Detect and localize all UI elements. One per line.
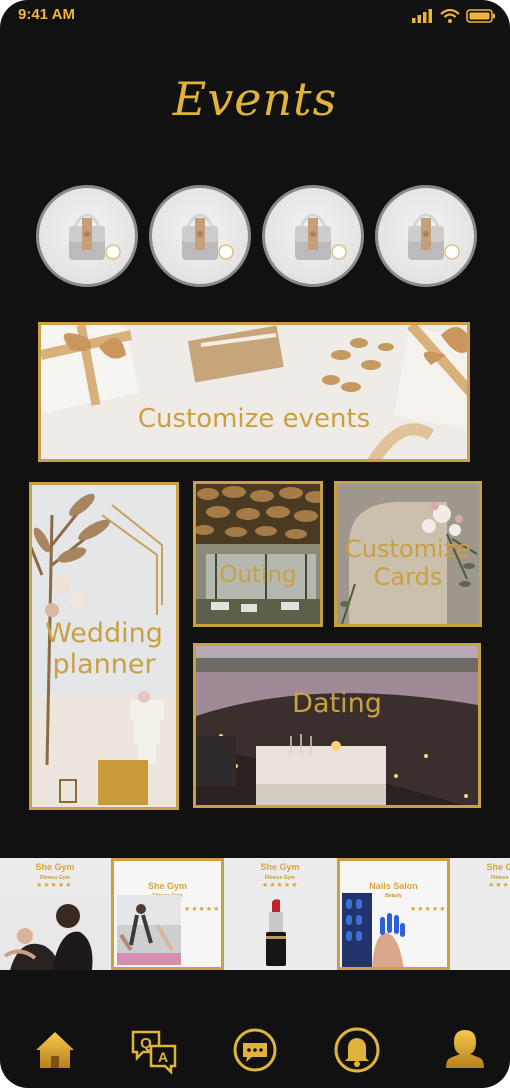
shop-rating: ★★★★★ [488, 881, 510, 889]
shop-name: Nails Salon [369, 881, 418, 891]
shop-rating: ★★★★★ [262, 881, 299, 889]
shop-card[interactable]: Nails Salon Beauty ★★★★★ [337, 858, 450, 970]
page-title: Events [172, 72, 338, 126]
shop-rating: ★★★★★ [184, 905, 221, 913]
signal-icon [412, 8, 434, 27]
customize-cards-card[interactable]: Customize Cards [334, 481, 482, 627]
nav-notifications[interactable] [332, 1026, 382, 1074]
bell-icon [334, 1027, 380, 1073]
customize-cards-label-line1: Customize [345, 535, 471, 563]
outing-card[interactable]: Outing [193, 481, 323, 627]
shop-name: She Gym [260, 862, 300, 872]
nails-image [342, 893, 405, 967]
customize-events-label: Customize events [137, 404, 371, 434]
handbag-image [69, 213, 121, 260]
shop-card[interactable]: She Gym Fitness Gym ★★★★★ [111, 858, 224, 970]
customize-cards-label: Customize Cards [337, 535, 479, 591]
shop-name: She Gym [35, 862, 75, 872]
qa-icon: Q A [131, 1030, 177, 1076]
home-icon [36, 1032, 74, 1068]
gym-image [117, 895, 181, 965]
customize-cards-label-line2: Cards [373, 562, 443, 591]
wedding-planner-label: Wedding planner [32, 618, 176, 680]
story-circle[interactable] [149, 185, 251, 287]
shop-name: She Gym [147, 881, 187, 891]
story-circle[interactable] [262, 185, 364, 287]
shop-name: She Gym [486, 862, 510, 872]
shop-card[interactable]: She Gym Fitness Gym ★★★★★ [0, 858, 110, 970]
dating-label: Dating [292, 688, 382, 719]
wedding-planner-label-line2: planner [52, 649, 156, 681]
beach-dinner-image [196, 646, 478, 805]
nav-home[interactable] [30, 1026, 80, 1074]
nav-qa[interactable]: Q A [129, 1026, 179, 1076]
restaurant-image [196, 484, 320, 624]
customize-events-card[interactable]: Customize events [38, 322, 470, 462]
outing-label: Outing [219, 562, 297, 588]
shop-rating: ★★★★★ [36, 881, 73, 889]
app-screen: 9:41 AM Events Customize events Wedding … [0, 0, 510, 1088]
shop-card[interactable]: She Gym Fitness Gym ★★★★★ [224, 858, 336, 970]
battery-icon [466, 8, 496, 27]
nav-chat[interactable] [230, 1026, 280, 1074]
wedding-planner-label-line1: Wedding [45, 618, 163, 649]
story-circle[interactable] [375, 185, 477, 287]
chat-icon [233, 1028, 277, 1072]
wedding-planner-card[interactable]: Wedding planner [29, 482, 179, 810]
nav-profile[interactable] [440, 1026, 490, 1074]
shop-card[interactable]: She Gym Fitness Gym ★★★★★ [450, 858, 510, 970]
bottom-nav: Q A [0, 1018, 510, 1078]
gift-decor-image [41, 325, 467, 459]
hair-salon-image [0, 896, 110, 970]
svg-text:A: A [158, 1049, 168, 1065]
handbag-image [182, 213, 234, 260]
dating-card[interactable]: Dating [193, 643, 481, 808]
shop-rating: ★★★★★ [410, 905, 447, 913]
lipstick-image [224, 896, 336, 970]
status-time: 9:41 AM [18, 6, 75, 23]
handbag-image [408, 213, 460, 260]
profile-icon [446, 1030, 484, 1068]
story-circle[interactable] [36, 185, 138, 287]
status-icons [412, 8, 496, 27]
wifi-icon [440, 8, 460, 27]
handbag-image [295, 213, 347, 260]
